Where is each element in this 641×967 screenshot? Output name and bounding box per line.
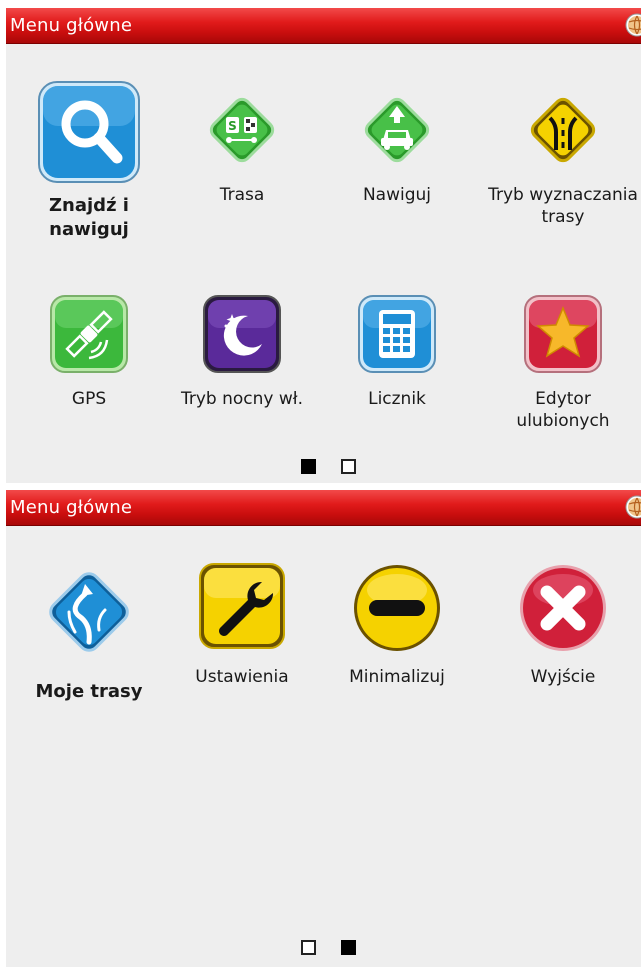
menu-item-counter[interactable]: Licznik: [322, 294, 472, 424]
menu-item-label: Minimalizuj: [349, 667, 445, 687]
satellite-icon: [50, 295, 128, 373]
menu-item-label: GPS: [71, 389, 107, 409]
menu-item-label: Trasa: [219, 185, 265, 205]
menu-item-label: Edytor ulubionych: [516, 389, 610, 431]
page-title: Menu główne: [10, 497, 133, 518]
menu-item-label: Wyjście: [530, 667, 596, 687]
star-icon: [524, 295, 602, 373]
search-icon: [38, 81, 140, 183]
menu-item-minimize[interactable]: Minimalizuj: [322, 562, 472, 692]
route-icon: S: [209, 97, 275, 163]
page-indicator-2-active[interactable]: [341, 940, 356, 955]
page-indicator-2[interactable]: [341, 459, 356, 474]
menu-item-settings[interactable]: Ustawienia: [167, 562, 317, 692]
road-sign-icon: [530, 97, 596, 163]
page-title: Menu główne: [10, 15, 133, 36]
page-indicator-1[interactable]: [301, 940, 316, 955]
main-menu-page-2: Menu główne Moje trasy Ustawienia Minima…: [6, 490, 641, 967]
menu-item-navigate[interactable]: Nawiguj: [322, 80, 472, 220]
moon-icon: [203, 295, 281, 373]
menu-item-night-mode[interactable]: Tryb nocny wł.: [167, 294, 317, 444]
svg-text:S: S: [228, 119, 237, 133]
globe-icon[interactable]: [625, 13, 641, 37]
menu-item-my-routes[interactable]: Moje trasy: [14, 562, 164, 712]
menu-item-label: Znajdź i nawiguj: [49, 195, 129, 240]
menu-item-label: Tryb nocny wł.: [180, 389, 304, 409]
menu-item-find-navigate[interactable]: Znajdź i nawiguj: [14, 80, 164, 250]
menu-item-gps[interactable]: GPS: [14, 294, 164, 424]
my-routes-icon: [49, 572, 129, 652]
page-indicator-1-active[interactable]: [301, 459, 316, 474]
menu-item-label: Ustawienia: [195, 667, 289, 687]
minus-icon: [354, 565, 440, 651]
close-icon: [520, 565, 606, 651]
menu-item-route[interactable]: S Trasa: [167, 80, 317, 220]
menu-item-exit[interactable]: Wyjście: [488, 562, 638, 692]
title-bar: Menu główne: [6, 490, 641, 526]
calculator-icon: [358, 295, 436, 373]
main-menu-page-1: Menu główne Znajdź i nawiguj S Trasa Naw…: [6, 8, 641, 483]
wrench-icon: [199, 563, 285, 649]
navigate-car-icon: [364, 97, 430, 163]
globe-icon[interactable]: [625, 495, 641, 519]
title-bar: Menu główne: [6, 8, 641, 44]
menu-item-favorites-editor[interactable]: Edytor ulubionych: [488, 294, 638, 444]
menu-item-route-mode[interactable]: Tryb wyznaczania trasy: [488, 80, 638, 252]
menu-item-label: Moje trasy: [35, 681, 143, 702]
menu-item-label: Tryb wyznaczania trasy: [488, 185, 638, 227]
menu-item-label: Licznik: [368, 389, 426, 409]
menu-item-label: Nawiguj: [362, 185, 432, 205]
